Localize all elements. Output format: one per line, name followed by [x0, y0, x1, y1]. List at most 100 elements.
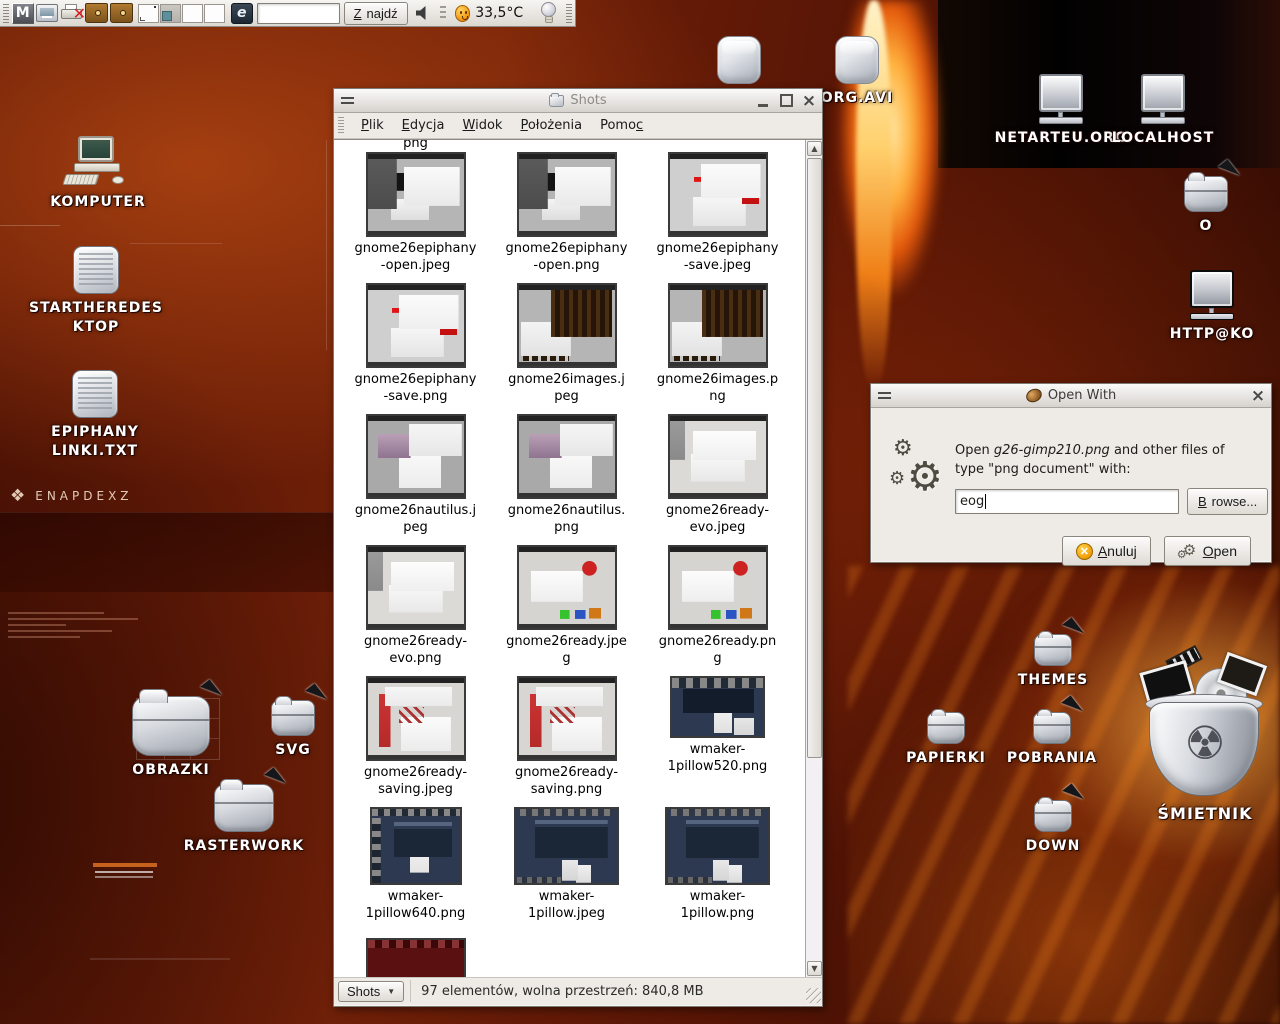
volume-icon[interactable]	[416, 5, 431, 21]
desktop-icon-epiphany-linki-txt[interactable]: EPIPHANY LINKI.TXT	[38, 370, 152, 461]
file-thumbnail[interactable]	[668, 545, 768, 630]
drawer-2[interactable]	[110, 2, 133, 25]
file-thumbnail[interactable]	[517, 152, 617, 237]
scroll-down-arrow[interactable]: ▼	[807, 961, 822, 976]
weather-sun-icon[interactable]	[455, 5, 471, 22]
workspace-1[interactable]	[138, 4, 159, 23]
file-item[interactable]: wmaker-1pillow.jpeg	[491, 807, 642, 938]
file-item[interactable]: wmaker-1pillow.png	[642, 807, 793, 938]
desktop-icon-o[interactable]: O	[1180, 176, 1232, 236]
lightbulb-icon[interactable]	[541, 2, 556, 24]
file-item[interactable]: gnome26nautilus.png	[491, 414, 642, 545]
menu-pomoc[interactable]: Pomoc	[591, 114, 652, 137]
file-item[interactable]: gnome26ready.jpeg	[491, 545, 642, 676]
resize-grip[interactable]	[806, 988, 821, 1003]
desktop-icon-komputer[interactable]: KOMPUTER	[50, 136, 146, 212]
location-combo[interactable]: Shots ▼	[338, 981, 404, 1002]
desktop-icon-org-avi[interactable]: ORG.AVI	[820, 36, 894, 108]
browse-button[interactable]: Browse...	[1187, 488, 1268, 515]
file-item[interactable]	[340, 938, 491, 977]
file-item[interactable]: gnome26ready-evo.jpeg	[642, 414, 793, 545]
dialog-close-button[interactable]: ×	[1251, 389, 1265, 403]
file-item[interactable]: gnome26ready.png	[642, 545, 793, 676]
file-thumbnail[interactable]	[517, 545, 617, 630]
menu-edycja[interactable]: Edycja	[393, 114, 454, 137]
scrollbar-thumb[interactable]	[807, 158, 822, 758]
desktop-icon-http-ko[interactable]: HTTP@KO	[1156, 270, 1268, 344]
file-item[interactable]: gnome26nautilus.jpeg	[340, 414, 491, 545]
filename-emphasis: g26-gimp210.png	[994, 443, 1110, 458]
minimize-button[interactable]	[756, 94, 770, 108]
file-thumbnail[interactable]	[517, 283, 617, 368]
file-thumbnail[interactable]	[366, 676, 466, 761]
folder-icon	[549, 95, 564, 107]
window-menu-icon[interactable]	[878, 390, 891, 401]
workspace-3[interactable]	[182, 4, 203, 23]
desktop-icon-papierki[interactable]: PAPIERKI	[902, 712, 990, 768]
desktop-icon-pobrania[interactable]: POBRANIA	[1006, 712, 1098, 768]
file-thumbnail[interactable]	[514, 807, 619, 885]
desktop-icon-svg[interactable]: SVG	[258, 700, 328, 760]
panel-grip[interactable]	[566, 4, 572, 23]
file-thumbnail[interactable]	[366, 545, 466, 630]
application-input[interactable]: eog	[955, 489, 1179, 514]
drawer-1[interactable]	[85, 2, 108, 25]
find-button[interactable]: Znajdź	[344, 2, 408, 25]
file-item[interactable]: gnome26epiphany-open.jpeg	[340, 152, 491, 283]
workspace-2[interactable]	[160, 4, 181, 23]
desktop-icon-startheredes-ktop[interactable]: STARTHEREDES KTOP	[40, 246, 152, 337]
launcher-display[interactable]	[36, 2, 59, 25]
desktop-icon-themes[interactable]: THEMES	[1012, 634, 1094, 690]
desktop-icon-rasterwork[interactable]: RASTERWORK	[184, 784, 304, 856]
workspace-4[interactable]	[204, 4, 225, 23]
window-menu-icon[interactable]	[341, 95, 354, 106]
desktop-icon-unnamed[interactable]	[712, 36, 766, 84]
file-thumbnail[interactable]	[366, 414, 466, 499]
open-button[interactable]: ⚙⚙ Open	[1164, 536, 1251, 566]
vertical-scrollbar[interactable]: ▲ ▼	[805, 140, 822, 977]
dialog-titlebar[interactable]: Open With ×	[871, 384, 1271, 408]
file-item[interactable]: wmaker-1pillow640.png	[340, 807, 491, 938]
desktop-icon-śmietnik[interactable]: ☢ŚMIETNIK	[1134, 650, 1276, 825]
file-thumbnail[interactable]	[366, 152, 466, 237]
file-item[interactable]: gnome26ready-evo.png	[340, 545, 491, 676]
file-item[interactable]: gnome26epiphany-save.jpeg	[642, 152, 793, 283]
file-thumbnail[interactable]	[668, 414, 768, 499]
launcher-printer[interactable]: ✕	[61, 2, 84, 25]
file-thumbnail[interactable]	[517, 414, 617, 499]
file-item[interactable]: gnome26images.png	[642, 283, 793, 414]
desktop-icon-label: PAPIERKI	[906, 749, 986, 768]
close-button[interactable]: ×	[802, 94, 816, 108]
desktop-icon-down[interactable]: DOWN	[1012, 800, 1094, 856]
menu-położenia[interactable]: Położenia	[511, 114, 591, 137]
menubar-grip[interactable]	[338, 117, 344, 135]
panel-grip[interactable]	[3, 4, 9, 23]
file-thumbnail[interactable]	[665, 807, 770, 885]
file-thumbnail[interactable]	[517, 676, 617, 761]
launcher-epiphany[interactable]: e	[230, 2, 253, 25]
cancel-button[interactable]: ✕ Anuluj	[1062, 536, 1151, 566]
menu-plik[interactable]: Plik	[352, 114, 393, 137]
applet-handle[interactable]	[440, 6, 445, 20]
find-input[interactable]	[257, 3, 340, 24]
launcher-mplayer[interactable]: M	[11, 2, 34, 25]
file-item[interactable]: gnome26images.jpeg	[491, 283, 642, 414]
file-thumbnail[interactable]	[670, 676, 765, 738]
desktop-icon-localhost[interactable]: LOCALHOST	[1102, 74, 1224, 148]
scroll-up-arrow[interactable]: ▲	[807, 141, 822, 156]
file-item[interactable]: gnome26ready-saving.png	[491, 676, 642, 807]
file-item[interactable]: gnome26ready-saving.jpeg	[340, 676, 491, 807]
file-item[interactable]: gnome26epiphany-open.png	[491, 152, 642, 283]
file-thumbnail[interactable]	[366, 938, 466, 977]
file-item[interactable]: gnome26epiphany-save.png	[340, 283, 491, 414]
temperature-readout: 33,5°C	[475, 5, 523, 21]
desktop-icon-obrazki[interactable]: OBRAZKI	[118, 696, 224, 780]
file-thumbnail[interactable]	[366, 283, 466, 368]
maximize-button[interactable]	[779, 94, 793, 108]
file-item[interactable]: wmaker-1pillow520.png	[642, 676, 793, 807]
file-thumbnail[interactable]	[668, 152, 768, 237]
file-thumbnail[interactable]	[668, 283, 768, 368]
menu-widok[interactable]: Widok	[454, 114, 512, 137]
shots-titlebar[interactable]: Shots ×	[334, 89, 822, 113]
file-thumbnail[interactable]	[370, 807, 462, 885]
